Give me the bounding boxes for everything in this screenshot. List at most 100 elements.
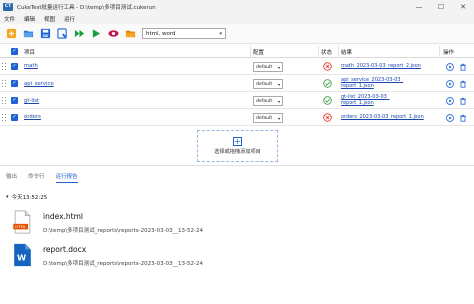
drag-handle-icon[interactable]	[2, 114, 6, 122]
header-actions: 操作	[443, 50, 455, 56]
file-name: index.html	[43, 212, 83, 221]
delete-row-icon[interactable]	[459, 80, 467, 88]
run-row-icon[interactable]	[446, 97, 454, 105]
chevron-down-icon: ▾	[277, 98, 280, 104]
plus-icon: +	[233, 137, 242, 146]
maximize-button[interactable]: ☐	[430, 0, 452, 13]
word-file-icon: W	[13, 243, 32, 267]
grid-header: ✓ 项目 配置 状态 结果 操作	[0, 46, 474, 58]
row-checkbox[interactable]: ✓	[11, 80, 18, 87]
add-project-dropzone[interactable]: + 选择或拖拽添加项目	[197, 130, 278, 162]
profile-value: default	[256, 64, 273, 70]
column-divider[interactable]	[439, 46, 440, 58]
run-all-icon[interactable]	[74, 28, 85, 39]
project-row[interactable]: ✓ gt-list default ▾ gt-list_2023-03-03_ r…	[0, 93, 474, 109]
menu-bar: 文件 编辑 视图 运行	[0, 13, 474, 24]
column-divider[interactable]	[250, 46, 251, 58]
profile-select[interactable]: default ▾	[253, 113, 283, 123]
chevron-down-icon: ▾	[277, 81, 280, 87]
row-checkbox[interactable]: ✓	[11, 63, 18, 70]
window-title: CukeTest批量运行工具 - D:\temp\多项目测试.cukerun	[17, 4, 156, 11]
column-divider[interactable]	[318, 46, 319, 58]
project-link[interactable]: orders	[24, 114, 41, 120]
result-link-line: report_1.json	[341, 82, 374, 89]
row-checkbox[interactable]: ✓	[11, 97, 18, 104]
open-folder-orange-icon[interactable]	[125, 28, 136, 39]
project-row[interactable]: ✓ api_service default ▾ api_service_2023-…	[0, 76, 474, 92]
header-status: 状态	[321, 50, 333, 56]
select-all-checkbox[interactable]: ✓	[11, 48, 18, 55]
drag-handle-icon[interactable]	[2, 80, 6, 88]
minimize-button[interactable]: —	[408, 0, 430, 13]
tab-command-line[interactable]: 命令行	[28, 172, 45, 183]
project-link[interactable]: math	[24, 63, 38, 69]
row-checkbox[interactable]: ✓	[11, 114, 18, 121]
html-file-icon: HTML	[13, 210, 32, 234]
pass-status-icon	[323, 96, 332, 105]
profile-select[interactable]: default ▾	[253, 62, 283, 72]
file-path: D:\temp\多项目测试_reports\reports-2023-03-03…	[43, 261, 204, 267]
save-icon[interactable]	[40, 28, 51, 39]
run-row-icon[interactable]	[446, 63, 454, 71]
run-row-icon[interactable]	[446, 80, 454, 88]
column-divider[interactable]	[338, 46, 339, 58]
chevron-down-icon: ▾	[277, 64, 280, 70]
drag-handle-icon[interactable]	[2, 97, 6, 105]
header-project: 项目	[24, 50, 36, 56]
header-profile: 配置	[253, 50, 265, 56]
delete-row-icon[interactable]	[459, 97, 467, 105]
result-link-line: report_1.json	[341, 99, 374, 106]
header-result: 结果	[341, 50, 353, 56]
app-logo-icon: CT	[3, 2, 13, 11]
report-format-value: html, word	[146, 30, 176, 37]
report-format-select[interactable]: html, word ▾	[142, 28, 226, 39]
chevron-down-icon: ▾	[6, 194, 9, 200]
view-icon[interactable]	[108, 28, 119, 39]
menu-file[interactable]: 文件	[4, 15, 15, 23]
panel-splitter[interactable]	[0, 165, 474, 166]
word-file-icon-label: W	[17, 253, 26, 263]
window-controls: — ☐ ✕	[408, 0, 474, 13]
report-file-item[interactable]: HTML index.html D:\temp\多项目测试_reports\re…	[13, 210, 313, 238]
report-group-header[interactable]: ▾ 今天13:52:25	[6, 193, 47, 201]
menu-view[interactable]: 视图	[44, 15, 55, 23]
project-link[interactable]: api_service	[24, 81, 54, 87]
result-link[interactable]: orders_2023-03-03_report_1.json	[341, 114, 424, 121]
tab-run-report[interactable]: 运行报告	[55, 172, 78, 183]
html-file-icon-label: HTML	[15, 224, 27, 229]
title-bar: CT CukeTest批量运行工具 - D:\temp\多项目测试.cukeru…	[0, 0, 474, 13]
close-button[interactable]: ✕	[452, 0, 474, 13]
result-link[interactable]: api_service_2023-03-03_ report_1.json	[341, 77, 403, 90]
report-date: 今天13:52:25	[11, 195, 48, 201]
project-row[interactable]: ✓ orders default ▾ orders_2023-03-03_repo…	[0, 110, 474, 126]
fail-status-icon	[323, 62, 332, 71]
fail-status-icon	[323, 113, 332, 122]
run-row-icon[interactable]	[446, 114, 454, 122]
pass-status-icon	[323, 79, 332, 88]
result-link[interactable]: gt-list_2023-03-03_ report_1.json	[341, 94, 389, 107]
chevron-down-icon: ▾	[219, 30, 222, 37]
project-link[interactable]: gt-list	[24, 98, 39, 104]
new-icon[interactable]	[6, 28, 17, 39]
profile-value: default	[256, 115, 273, 121]
tab-output[interactable]: 输出	[6, 172, 17, 183]
project-row[interactable]: ✓ math default ▾ math_2023-03-03_report_2…	[0, 59, 474, 75]
chevron-down-icon: ▾	[277, 115, 280, 121]
profile-value: default	[256, 98, 273, 104]
menu-run[interactable]: 运行	[64, 15, 75, 23]
profile-select[interactable]: default ▾	[253, 79, 283, 89]
add-project-label: 选择或拖拽添加项目	[214, 149, 261, 155]
output-tabs: 输出 命令行 运行报告	[6, 172, 89, 183]
delete-row-icon[interactable]	[459, 63, 467, 71]
file-name: report.docx	[43, 245, 87, 254]
menu-edit[interactable]: 编辑	[24, 15, 35, 23]
profile-select[interactable]: default ▾	[253, 96, 283, 106]
delete-row-icon[interactable]	[459, 114, 467, 122]
open-folder-icon[interactable]	[23, 28, 34, 39]
run-selected-icon[interactable]	[91, 28, 102, 39]
drag-handle-icon[interactable]	[2, 63, 6, 71]
save-as-icon[interactable]	[57, 28, 68, 39]
result-link[interactable]: math_2023-03-03_report_2.json	[341, 63, 421, 70]
toolbar: html, word ▾	[0, 24, 474, 44]
report-file-item[interactable]: W report.docx D:\temp\多项目测试_reports\repo…	[13, 243, 313, 271]
